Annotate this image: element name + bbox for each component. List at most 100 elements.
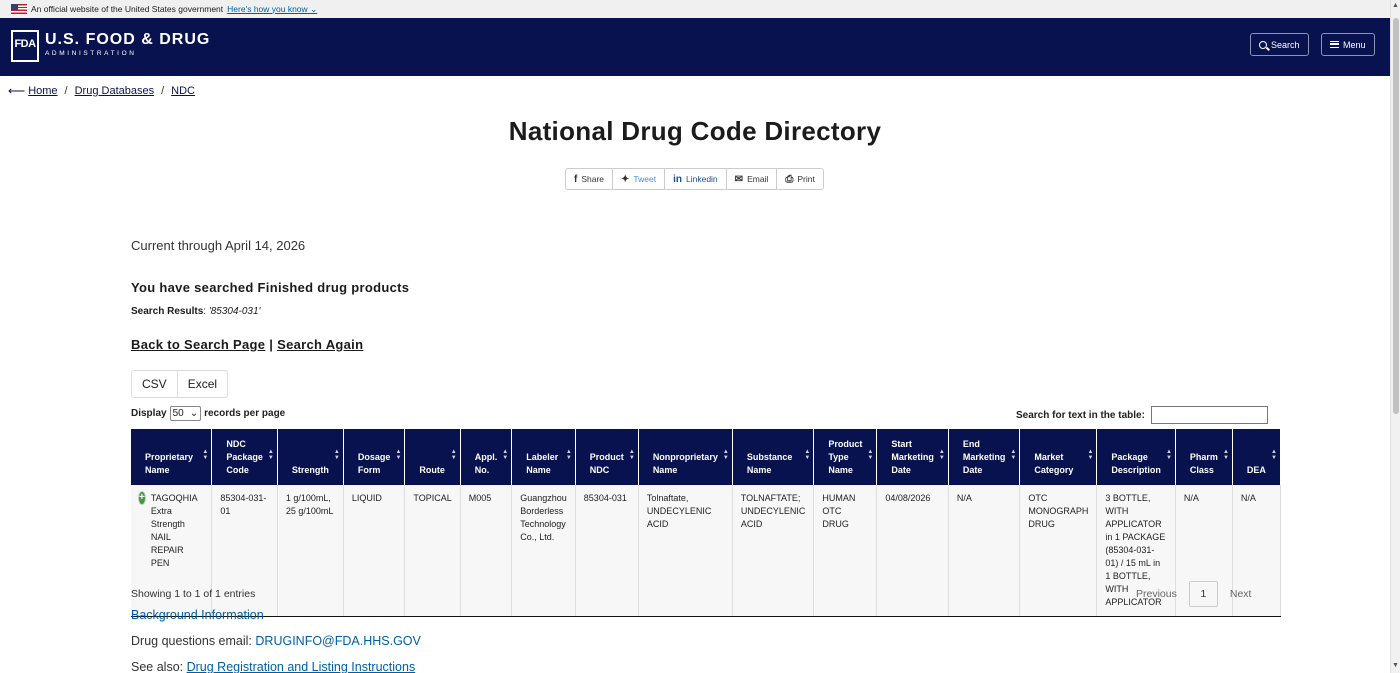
page: An official website of the United States… <box>0 0 1390 673</box>
next-button[interactable]: Next <box>1218 588 1264 600</box>
export-buttons: CSV Excel <box>131 370 229 398</box>
scroll-up-icon[interactable]: ▲ <box>1392 2 1399 9</box>
cell-strength: 1 g/100mL, 25 g/100mL <box>277 485 344 618</box>
breadcrumb: ⟵ Home / Drug Databases / NDC <box>8 84 195 98</box>
share-linkedin-button[interactable]: in Linkedin <box>665 169 727 189</box>
email-icon: ✉ <box>734 173 744 185</box>
header-menu-button[interactable]: Menu <box>1321 33 1375 56</box>
col-proprietary-name[interactable]: Proprietary Name <box>131 429 213 485</box>
breadcrumb-drug-databases[interactable]: Drug Databases <box>75 85 155 97</box>
print-button[interactable]: ⎙ Print <box>777 169 822 189</box>
col-ndc-package-code[interactable]: NDC Package Code <box>211 429 278 485</box>
cell-end-marketing-date: N/A <box>948 485 1021 618</box>
table-info: Showing 1 to 1 of 1 entries <box>131 588 256 600</box>
linkedin-icon: in <box>673 173 682 185</box>
twitter-icon: ✦ <box>621 173 630 185</box>
col-start-marketing-date[interactable]: Start Marketing Date <box>876 429 949 485</box>
site-header: FDA U.S. FOOD & DRUG ADMINISTRATION Sear… <box>0 18 1390 76</box>
cell-nonproprietary-name: Tolnaftate, UNDECYLENIC ACID <box>638 485 733 618</box>
scroll-down-icon[interactable]: ▼ <box>1392 662 1399 669</box>
searched-heading: You have searched Finished drug products <box>131 280 410 295</box>
col-route[interactable]: Route <box>404 429 461 485</box>
table-search-input[interactable] <box>1150 406 1268 424</box>
fda-logo-text[interactable]: U.S. FOOD & DRUG ADMINISTRATION <box>45 31 210 57</box>
csv-button[interactable]: CSV <box>132 371 178 397</box>
current-through: Current through April 14, 2026 <box>131 238 306 253</box>
col-dosage-form[interactable]: Dosage Form <box>343 429 406 485</box>
cell-labeler-name: Guangzhou Borderless Technology Co., Ltd… <box>511 485 576 618</box>
scroll-thumb[interactable] <box>1393 18 1399 414</box>
us-flag-icon <box>11 4 27 14</box>
breadcrumb-separator: / <box>161 85 165 97</box>
cell-start-marketing-date: 04/08/2026 <box>876 485 949 618</box>
chevron-down-icon: ⌄ <box>310 3 318 14</box>
search-icon <box>1259 40 1267 49</box>
cell-product-type-name: HUMAN OTC DRUG <box>813 485 878 618</box>
col-market-category[interactable]: Market Category <box>1019 429 1098 485</box>
search-query: '85304-031' <box>208 306 261 317</box>
share-email-button[interactable]: ✉ Email <box>727 169 778 189</box>
col-pharm-class[interactable]: Pharm Class <box>1175 429 1233 485</box>
search-results: Search Results: '85304-031' <box>131 306 261 317</box>
fda-logo-icon[interactable]: FDA <box>11 30 39 62</box>
heres-how-you-know-link[interactable]: Here's how you know ⌄ <box>227 4 317 15</box>
chevron-down-icon: ⌄ <box>189 408 199 419</box>
col-product-ndc[interactable]: Product NDC <box>575 429 639 485</box>
page-1-button[interactable]: 1 <box>1188 581 1218 607</box>
cell-product-ndc: 85304-031 <box>575 485 639 618</box>
search-again-link[interactable]: Search Again <box>277 337 363 352</box>
page-scrollbar[interactable]: ▲ ▼ <box>1390 0 1400 673</box>
records-per-page-select[interactable]: 50 ⌄ <box>169 406 202 421</box>
breadcrumb-separator: / <box>64 85 68 97</box>
arrow-left-icon: ⟵ <box>8 84 26 98</box>
col-package-description[interactable]: Package Description <box>1096 429 1176 485</box>
ndc-results-table: Proprietary Name NDC Package Code Streng… <box>131 429 1281 618</box>
registration-listing-link[interactable]: Drug Registration and Listing Instructio… <box>187 660 416 673</box>
back-links-separator: | <box>269 337 274 352</box>
drug-questions: Drug questions email: DRUGINFO@FDA.HHS.G… <box>131 634 421 648</box>
cell-market-category: OTC MONOGRAPH DRUG <box>1019 485 1098 618</box>
table-row[interactable]: + TAGOQHIA Extra Strength NAIL REPAIR PEN… <box>131 485 1281 618</box>
excel-button[interactable]: Excel <box>178 371 227 397</box>
expand-row-icon[interactable]: + <box>139 492 145 504</box>
previous-button[interactable]: Previous <box>1124 588 1189 600</box>
logo-sub: ADMINISTRATION <box>45 50 137 57</box>
table-search: Search for text in the table: <box>1016 406 1268 424</box>
back-to-search-link[interactable]: Back to Search Page <box>131 337 265 352</box>
cell-substance-name: TOLNAFTATE; UNDECYLENIC ACID <box>732 485 815 618</box>
page-title: National Drug Code Directory <box>508 116 882 146</box>
print-icon: ⎙ <box>785 173 794 185</box>
share-facebook-button[interactable]: f Share <box>566 169 614 189</box>
col-nonproprietary-name[interactable]: Nonproprietary Name <box>638 429 733 485</box>
gov-banner: An official website of the United States… <box>0 0 1390 18</box>
col-substance-name[interactable]: Substance Name <box>732 429 815 485</box>
display-length: Display 50 ⌄ records per page <box>131 406 286 421</box>
cell-appl-no: M005 <box>460 485 513 618</box>
header-search-button[interactable]: Search <box>1250 33 1309 56</box>
see-also: See also: Drug Registration and Listing … <box>131 660 416 673</box>
share-bar: f Share ✦ Tweet in Linkedin ✉ Email ⎙ Print <box>565 168 824 190</box>
facebook-icon: f <box>574 173 578 185</box>
share-tweet-button[interactable]: ✦ Tweet <box>613 169 666 189</box>
pagination: Previous 1 Next <box>1124 581 1263 607</box>
cell-route: TOPICAL <box>404 485 461 618</box>
logo-main: U.S. FOOD & DRUG <box>45 31 211 48</box>
breadcrumb-home[interactable]: Home <box>28 85 57 97</box>
table-search-label: Search for text in the table: <box>1016 409 1145 421</box>
cell-dosage-form: LIQUID <box>343 485 406 618</box>
back-links: Back to Search Page | Search Again <box>131 337 363 352</box>
table-header-row: Proprietary Name NDC Package Code Streng… <box>131 429 1281 485</box>
col-product-type-name[interactable]: Product Type Name <box>813 429 878 485</box>
header-search-label: Search <box>1271 39 1300 50</box>
col-labeler-name[interactable]: Labeler Name <box>511 429 576 485</box>
header-menu-label: Menu <box>1343 39 1366 50</box>
col-dea[interactable]: DEA <box>1232 429 1281 485</box>
background-information-link[interactable]: Background Information <box>131 608 264 622</box>
druginfo-email-link[interactable]: DRUGINFO@FDA.HHS.GOV <box>255 634 420 648</box>
col-appl-no[interactable]: Appl. No. <box>460 429 513 485</box>
col-end-marketing-date[interactable]: End Marketing Date <box>948 429 1021 485</box>
menu-icon <box>1330 41 1339 48</box>
breadcrumb-ndc[interactable]: NDC <box>171 85 195 97</box>
gov-banner-text: An official website of the United States… <box>31 4 224 14</box>
col-strength[interactable]: Strength <box>277 429 344 485</box>
